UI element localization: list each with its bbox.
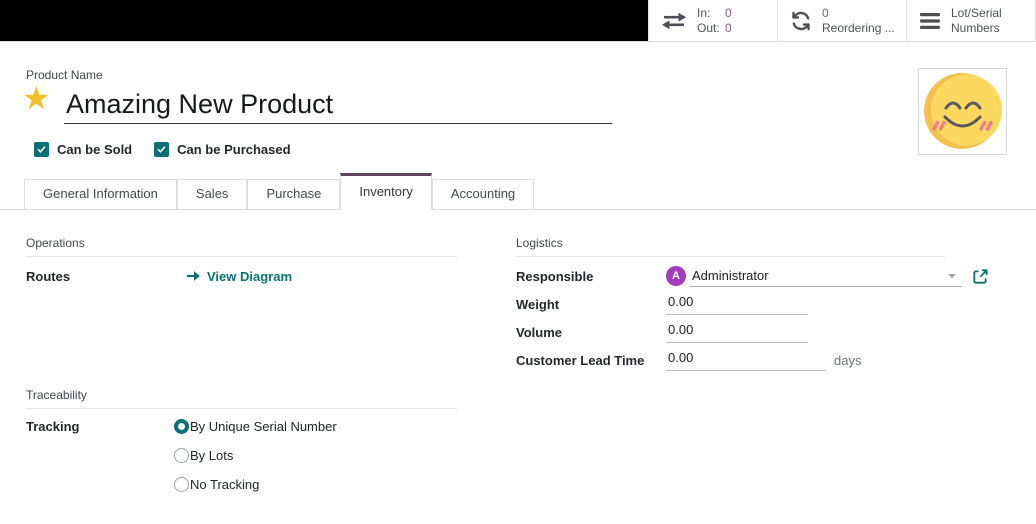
- top-bar: In:0 Out:0 0 Reordering ...: [0, 0, 1036, 42]
- volume-row: Volume 0.00: [516, 318, 945, 346]
- reordering-rules-stat-button[interactable]: 0 Reordering ...: [777, 0, 906, 41]
- can-be-sold-checkbox[interactable]: Can be Sold: [34, 142, 132, 157]
- can-be-sold-label: Can be Sold: [57, 142, 132, 157]
- reordering-count: 0: [822, 6, 829, 21]
- stat-button-box: In:0 Out:0 0 Reordering ...: [648, 0, 1036, 41]
- check-icon: [34, 142, 49, 157]
- tab-sales[interactable]: Sales: [177, 179, 248, 209]
- tab-inventory[interactable]: Inventory: [340, 173, 431, 210]
- reordering-values: 0 Reordering ...: [822, 6, 895, 36]
- bars-icon: [919, 12, 941, 30]
- routes-label: Routes: [26, 269, 174, 284]
- tracking-label: Tracking: [26, 412, 174, 434]
- in-out-values: In:0 Out:0: [697, 6, 732, 36]
- responsible-value: Administrator: [690, 268, 769, 283]
- volume-input[interactable]: 0.00: [666, 321, 808, 343]
- dropdown-caret-icon[interactable]: [948, 274, 956, 278]
- arrow-right-icon: [186, 270, 201, 282]
- sale-purchase-checkboxes: Can be Sold Can be Purchased: [34, 142, 291, 157]
- top-bar-dark-area: [0, 0, 648, 41]
- exchange-icon: [661, 11, 687, 31]
- product-name-input[interactable]: Amazing New Product: [64, 86, 612, 124]
- tab-purchase[interactable]: Purchase: [247, 179, 340, 209]
- radio-selected-icon: [174, 419, 189, 434]
- refresh-icon: [790, 10, 812, 32]
- smiley-face-image: [919, 69, 1006, 154]
- radio-unselected-icon: [174, 477, 189, 492]
- check-icon: [154, 142, 169, 157]
- responsible-many2one-field[interactable]: Administrator: [690, 265, 962, 287]
- view-diagram-label: View Diagram: [207, 269, 292, 284]
- lot-serial-label: Lot/Serial Numbers: [951, 6, 1002, 36]
- user-avatar: A: [666, 266, 686, 286]
- favorite-star-icon[interactable]: ★: [22, 82, 51, 114]
- weight-label: Weight: [516, 297, 666, 312]
- routes-row: Routes View Diagram: [26, 262, 457, 290]
- customer-lead-time-input[interactable]: 0.00: [666, 349, 826, 371]
- can-be-purchased-checkbox[interactable]: Can be Purchased: [154, 142, 290, 157]
- product-title: Amazing New Product: [64, 86, 612, 122]
- out-label: Out:: [697, 21, 725, 36]
- notebook-tabs: General Information Sales Purchase Inven…: [0, 173, 1036, 210]
- radio-by-unique-serial-number[interactable]: By Unique Serial Number: [174, 412, 337, 441]
- customer-lead-time-label: Customer Lead Time: [516, 353, 666, 368]
- in-label: In:: [697, 6, 725, 21]
- days-suffix: days: [834, 353, 861, 368]
- can-be-purchased-label: Can be Purchased: [177, 142, 290, 157]
- in-value: 0: [725, 6, 732, 21]
- view-diagram-link[interactable]: View Diagram: [186, 269, 292, 284]
- responsible-row: Responsible A Administrator: [516, 262, 1006, 290]
- product-form-page: In:0 Out:0 0 Reordering ...: [0, 0, 1036, 524]
- tab-accounting[interactable]: Accounting: [432, 179, 534, 209]
- traceability-section-heading: Traceability: [26, 388, 457, 409]
- responsible-label: Responsible: [516, 269, 666, 284]
- tab-general-information[interactable]: General Information: [24, 179, 177, 209]
- operations-section-heading: Operations: [26, 236, 457, 257]
- lot-serial-numbers-stat-button[interactable]: Lot/Serial Numbers: [906, 0, 1036, 41]
- external-link-icon[interactable]: [972, 268, 989, 285]
- logistics-section-heading: Logistics: [516, 236, 945, 257]
- weight-input[interactable]: 0.00: [666, 293, 808, 315]
- in-out-stat-button[interactable]: In:0 Out:0: [648, 0, 777, 41]
- radio-no-tracking[interactable]: No Tracking: [174, 470, 337, 499]
- out-value: 0: [725, 21, 732, 36]
- customer-lead-time-row: Customer Lead Time 0.00 days: [516, 346, 945, 374]
- radio-unselected-icon: [174, 448, 189, 463]
- product-image[interactable]: [918, 68, 1007, 155]
- tracking-row: Tracking By Unique Serial Number By Lots…: [26, 412, 457, 440]
- radio-by-lots[interactable]: By Lots: [174, 441, 337, 470]
- reordering-label: Reordering ...: [822, 21, 895, 36]
- volume-label: Volume: [516, 325, 666, 340]
- tracking-radio-group: By Unique Serial Number By Lots No Track…: [174, 412, 337, 499]
- weight-row: Weight 0.00: [516, 290, 945, 318]
